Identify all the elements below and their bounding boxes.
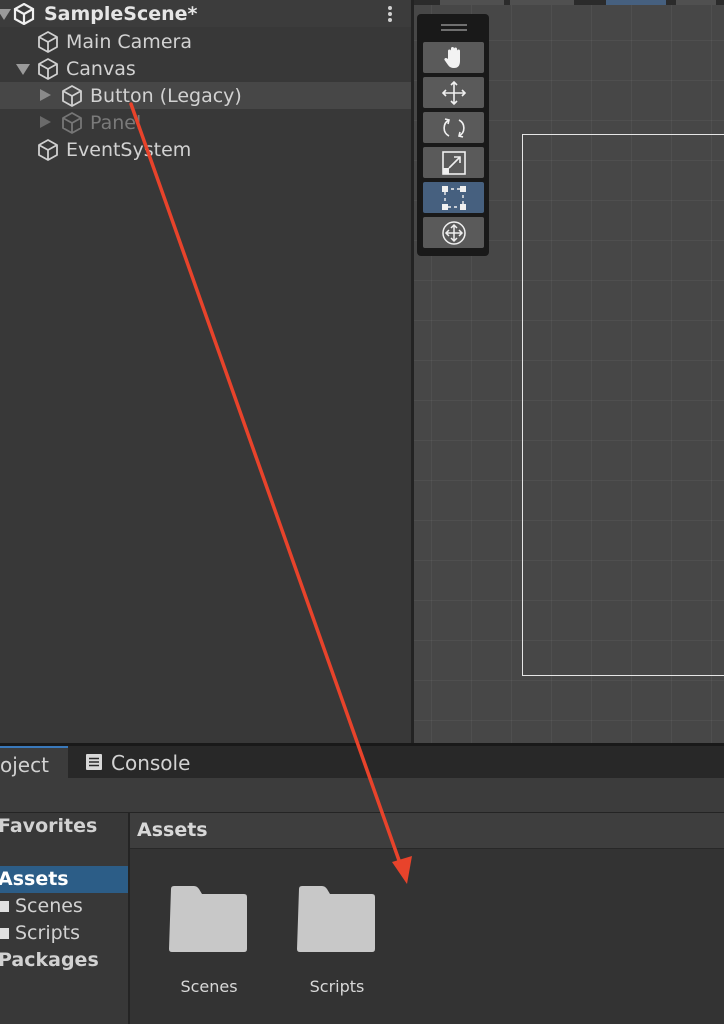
folder-icon [297,886,375,952]
hierarchy-item-label: Canvas [66,58,136,80]
hierarchy-item-label: Panel [90,112,142,134]
tree-item-assets[interactable]: Assets [0,867,69,891]
hierarchy-item-panel[interactable]: Panel [0,109,411,136]
folder-icon [0,901,9,912]
rotate-tool-button[interactable] [423,112,484,143]
hierarchy-panel: SampleScene* Main Camera Canvas Button (… [0,0,411,743]
move-arrows-icon [441,80,466,105]
tree-item-packages[interactable]: Packages [0,948,99,972]
expand-arrow-icon[interactable] [16,64,30,75]
scene-name: SampleScene* [44,3,198,25]
tab-project[interactable]: oject [0,746,68,778]
rect-tool-button[interactable] [423,182,484,213]
hierarchy-item-eventsystem[interactable]: EventSystem [0,136,411,163]
unity-scene-icon [13,3,35,25]
tab-label: Console [111,751,191,775]
asset-label: Scripts [309,977,365,996]
tree-item-favorites[interactable]: Favorites [0,814,97,838]
asset-folder-scripts[interactable]: Scripts [290,884,384,1004]
folder-icon [0,928,9,939]
tab-console[interactable]: Console [84,746,214,778]
asset-folder-scenes[interactable]: Scenes [162,884,256,1004]
hierarchy-item-label: EventSystem [66,139,192,161]
scene-toolbar-edge [414,0,724,5]
scale-icon [441,150,466,175]
rotate-icon [442,117,465,138]
tab-label: oject [0,753,49,777]
move-tool-button[interactable] [423,77,484,108]
scene-collapse-arrow[interactable] [0,9,11,20]
rect-transform-icon [441,185,466,210]
tree-item-label: Scenes [15,895,83,917]
hierarchy-item-canvas[interactable]: Canvas [0,55,411,82]
expand-arrow-icon[interactable] [40,116,51,128]
scene-tools-overlay [417,14,489,256]
expand-arrow-icon[interactable] [40,89,51,101]
drag-handle-icon[interactable] [441,23,467,33]
gameobject-cube-icon [38,58,58,80]
gameobject-cube-icon [38,31,58,53]
scale-tool-button[interactable] [423,147,484,178]
gameobject-cube-icon [62,112,82,134]
gameobject-cube-icon [38,139,58,161]
project-toolbar [0,778,724,813]
hand-icon [443,46,460,68]
breadcrumb-assets[interactable]: Assets [137,819,208,841]
hand-tool-button[interactable] [423,42,484,73]
asset-label: Scenes [180,977,238,996]
hierarchy-item-label: Button (Legacy) [90,85,242,107]
gameobject-cube-icon [62,85,82,107]
folder-icon [169,886,247,952]
transform-tool-button[interactable] [423,217,484,248]
tree-item-label: Scripts [15,922,81,944]
hierarchy-item-label: Main Camera [66,31,192,53]
console-icon [86,754,102,770]
transform-icon [441,220,466,245]
hierarchy-item-button-legacy[interactable]: Button (Legacy) [0,82,411,109]
hierarchy-scene-header[interactable]: SampleScene* [0,0,411,27]
tree-item-scripts[interactable]: Scripts [0,921,128,947]
more-options-icon[interactable] [385,5,395,23]
assets-breadcrumb-bar: Assets [130,813,724,849]
canvas-bounds-rect[interactable] [522,134,724,676]
tree-item-scenes[interactable]: Scenes [0,894,128,920]
hierarchy-item-main-camera[interactable]: Main Camera [0,28,411,55]
bottom-tab-bar: oject Console [0,746,724,778]
